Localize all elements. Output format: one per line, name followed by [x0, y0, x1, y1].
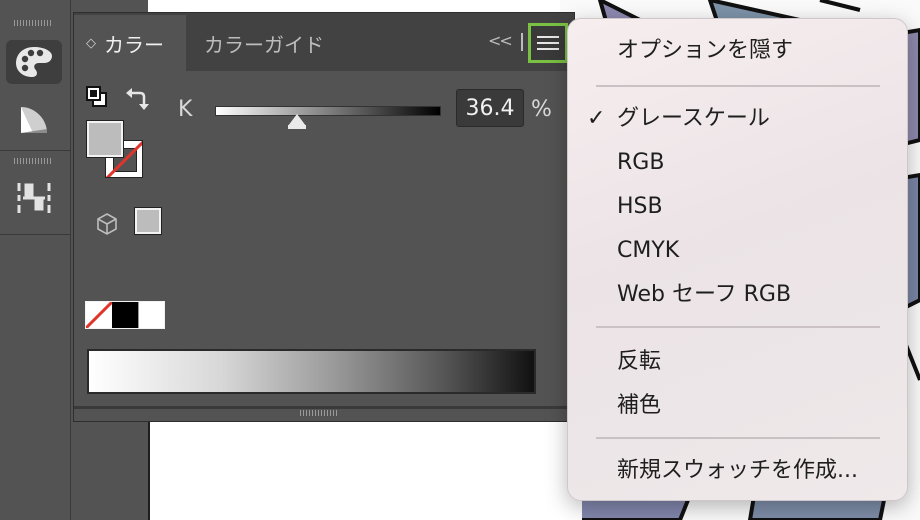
- menu-separator: [596, 437, 880, 439]
- k-slider-thumb-base[interactable]: [287, 125, 306, 129]
- panel-options-menu: オプションを隠す ✓ グレースケール RGB HSB CMYK Web セーフ …: [567, 18, 908, 501]
- menu-separator: [596, 326, 880, 328]
- tab-label: カラーガイド: [204, 32, 324, 57]
- menu-item-complement[interactable]: 補色: [617, 388, 661, 424]
- none-swatch[interactable]: [86, 302, 112, 328]
- panel-resize-grip[interactable]: [300, 410, 338, 416]
- canvas-area: [148, 410, 582, 520]
- tool-strip: [0, 0, 71, 520]
- menu-item-hide-options[interactable]: オプションを隠す: [617, 33, 793, 69]
- divider: [0, 234, 70, 235]
- color-panel: ◇ カラー カラーガイド << K 36.4 %: [73, 12, 575, 422]
- menu-item-hsb[interactable]: HSB: [617, 189, 663, 225]
- align-panel-button[interactable]: [6, 176, 62, 220]
- menu-item-invert[interactable]: 反転: [617, 344, 661, 380]
- collapse-panel-button[interactable]: <<: [488, 31, 513, 50]
- k-channel-label: K: [178, 97, 193, 122]
- k-unit-label: %: [531, 97, 552, 122]
- align-icon: [17, 183, 51, 213]
- menu-item-web-safe-rgb[interactable]: Web セーフ RGB: [617, 277, 791, 313]
- out-of-web-color-icon[interactable]: [95, 212, 119, 236]
- k-slider[interactable]: [215, 106, 441, 116]
- checkmark-icon: ✓: [587, 106, 606, 131]
- menu-item-create-new-swatch[interactable]: 新規スウォッチを作成...: [617, 453, 858, 489]
- grip-handle[interactable]: [14, 158, 52, 164]
- white-swatch[interactable]: [138, 302, 164, 328]
- tab-toggle-icon[interactable]: ◇: [86, 36, 96, 51]
- tab-color[interactable]: ◇ カラー: [74, 15, 186, 71]
- default-fill-stroke-icon[interactable]: [85, 85, 109, 109]
- color-ramp[interactable]: [87, 349, 536, 394]
- none-slash-icon: [86, 302, 112, 328]
- panel-bottom-edge: [74, 406, 574, 409]
- tab-label: カラー: [104, 32, 164, 57]
- grip-handle[interactable]: [14, 20, 52, 26]
- quick-swatches: [85, 301, 165, 329]
- palette-icon: [16, 47, 52, 77]
- black-swatch[interactable]: [112, 302, 138, 328]
- web-safe-swatch[interactable]: [134, 207, 162, 235]
- panel-tab-bar: ◇ カラー カラーガイド <<: [74, 13, 574, 71]
- divider: [0, 150, 70, 151]
- fill-swatch[interactable]: [86, 120, 124, 158]
- swap-fill-stroke-icon[interactable]: [124, 85, 150, 111]
- k-value-input[interactable]: 36.4: [456, 89, 524, 127]
- color-guide-panel-button[interactable]: [6, 98, 62, 142]
- color-panel-button[interactable]: [6, 40, 62, 84]
- divider: [521, 33, 523, 51]
- tab-color-guide[interactable]: カラーガイド: [188, 15, 338, 71]
- panel-menu-button[interactable]: [528, 23, 568, 63]
- menu-item-rgb[interactable]: RGB: [617, 145, 664, 181]
- menu-separator: [596, 85, 880, 87]
- color-guide-icon: [21, 107, 47, 133]
- menu-item-grayscale[interactable]: グレースケール: [617, 101, 770, 137]
- hamburger-icon: [537, 36, 559, 50]
- menu-item-cmyk[interactable]: CMYK: [617, 233, 679, 269]
